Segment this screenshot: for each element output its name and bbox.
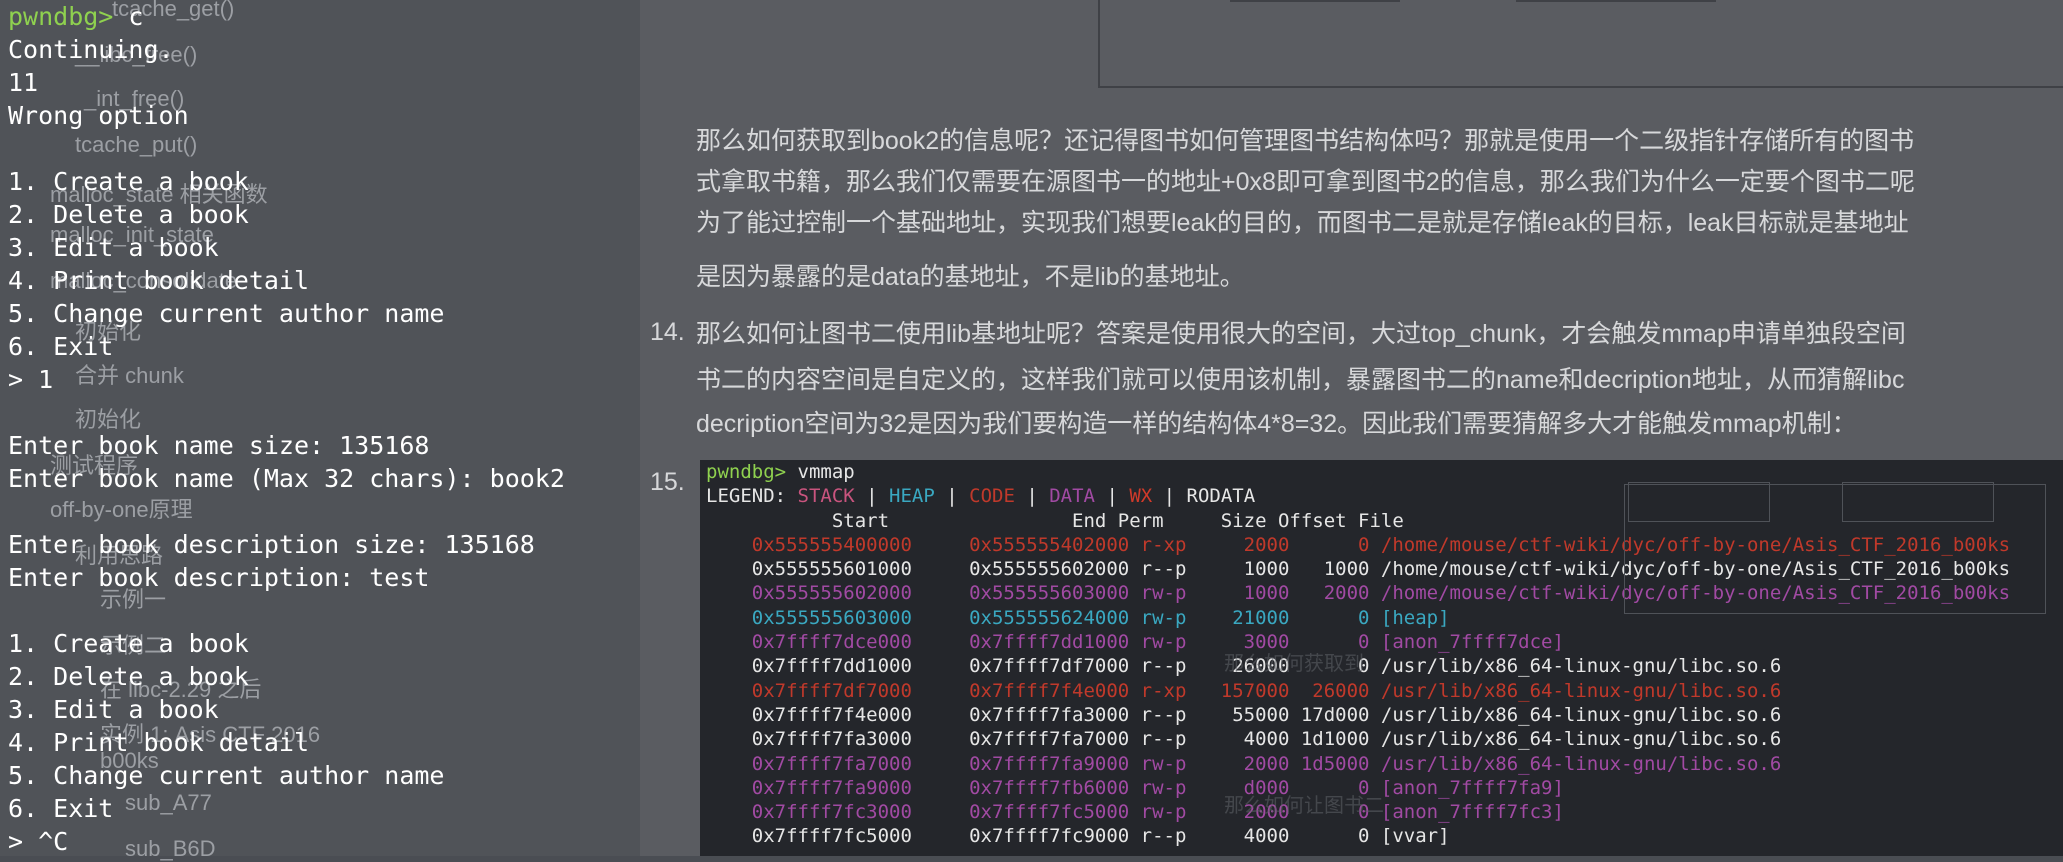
paragraph-line: 书二的内容空间是自定义的，这样我们就可以使用该机制，暴露图书二的name和dec… bbox=[696, 366, 1905, 394]
vmmap-row: 0x7ffff7fa7000 0x7ffff7fa9000 rw-p 2000 … bbox=[706, 752, 1782, 775]
terminal-line: 11 bbox=[8, 68, 39, 97]
ghost-text: 那么如何让图书二 bbox=[1224, 795, 1384, 817]
terminal-line: 4. Print book detail bbox=[8, 266, 310, 295]
terminal-line: 4. Print book detail bbox=[8, 728, 310, 757]
vmmap-row: 0x7ffff7fa3000 0x7ffff7fa7000 r--p 4000 … bbox=[706, 728, 1782, 751]
legend-heap: HEAP bbox=[889, 485, 935, 508]
terminal-line: Enter book name size: 135168 bbox=[8, 431, 430, 460]
terminal-line: Enter book name (Max 32 chars): book2 bbox=[8, 464, 565, 493]
legend-label: LEGEND: bbox=[706, 485, 798, 508]
terminal-text: c bbox=[128, 2, 144, 31]
legend-rodata: RODATA bbox=[1186, 485, 1256, 508]
ghost-diagram bbox=[1842, 482, 1994, 522]
legend-code: CODE bbox=[969, 485, 1015, 508]
terminal-line: Wrong option bbox=[8, 101, 189, 130]
paragraph-line: 为了能过控制一个基础地址，实现我们想要leak的目的，而图书二是就是存储leak… bbox=[696, 209, 1909, 237]
vmmap-row: 0x7ffff7df7000 0x7ffff7f4e000 r-xp 15700… bbox=[706, 679, 1782, 702]
legend-data: DATA bbox=[1049, 485, 1095, 508]
legend-stack: STACK bbox=[797, 485, 855, 508]
list-number: 14. bbox=[650, 318, 685, 346]
vmmap-output-block: pwndbg> vmmap LEGEND: STACK | HEAP | COD… bbox=[700, 460, 2063, 856]
vmmap-row: 0x7ffff7dd1000 0x7ffff7df7000 r--p 26000… bbox=[706, 655, 1782, 678]
gdb-terminal[interactable]: pwndbg> c Continuing. 11 Wrong option 1. Cr… bbox=[0, 0, 640, 856]
ghost-diagram bbox=[1628, 482, 1770, 522]
terminal-line: 2. Delete a book bbox=[8, 200, 249, 229]
terminal-line: 5. Change current author name bbox=[8, 299, 445, 328]
vmmap-prompt-line: pwndbg> vmmap bbox=[700, 460, 2063, 484]
terminal-line: Continuing. bbox=[8, 35, 174, 64]
terminal-line: Enter book description size: 135168 bbox=[8, 530, 535, 559]
diagram-line bbox=[1516, 0, 1716, 2]
vmmap-row: 0x7ffff7dce000 0x7ffff7dd1000 rw-p 3000 … bbox=[706, 631, 1564, 654]
terminal-line: Enter book description: test bbox=[8, 563, 430, 592]
terminal-line: 1. Create a book bbox=[8, 167, 249, 196]
paragraph-line: 那么如何让图书二使用lib基地址呢？答案是使用很大的空间，大过top_chunk… bbox=[696, 320, 1906, 348]
ghost-text: 那么如何获取到 bbox=[1224, 653, 1364, 675]
paragraph-line: 式拿取书籍，那么我们仅需要在源图书一的地址+0x8即可拿到图书2的信息，那么我们… bbox=[696, 168, 1915, 196]
terminal-line: 3. Edit a book bbox=[8, 233, 219, 262]
terminal-line: 5. Change current author name bbox=[8, 761, 445, 790]
command: vmmap bbox=[797, 461, 855, 483]
vmmap-row: 0x7ffff7fc5000 0x7ffff7fc9000 r--p 4000 … bbox=[706, 825, 1450, 848]
pwndbg-prompt: pwndbg> bbox=[8, 2, 129, 31]
terminal-line: > 1 bbox=[8, 365, 54, 394]
list-number: 15. bbox=[650, 468, 685, 496]
legend-wx: WX bbox=[1129, 485, 1153, 508]
terminal-line: 3. Edit a book bbox=[8, 695, 219, 724]
terminal-line: > ^C bbox=[8, 827, 69, 856]
terminal-line: 6. Exit bbox=[8, 794, 114, 823]
terminal-line: 1. Create a book bbox=[8, 629, 249, 658]
diagram-line bbox=[1230, 0, 1400, 2]
paragraph-line: 是因为暴露的是data的基地址，不是lib的基地址。 bbox=[696, 263, 1245, 291]
paragraph-line: 那么如何获取到book2的信息呢？还记得图书如何管理图书结构体吗？那就是使用一个… bbox=[696, 127, 1915, 155]
diagram-frame bbox=[1098, 0, 2063, 88]
prompt: pwndbg> bbox=[706, 461, 798, 483]
terminal-line: 6. Exit bbox=[8, 332, 114, 361]
paragraph-line: decription空间为32是因为我们要构造一样的结构体4*8=32。因此我们… bbox=[696, 410, 1857, 438]
vmmap-row: 0x7ffff7f4e000 0x7ffff7fa3000 r--p 55000… bbox=[706, 703, 1782, 726]
terminal-line: 2. Delete a book bbox=[8, 662, 249, 691]
terminal-line: pwndbg> c bbox=[8, 0, 640, 33]
terminal-output: Continuing. 11 Wrong option 1. Create a boo… bbox=[8, 33, 640, 858]
